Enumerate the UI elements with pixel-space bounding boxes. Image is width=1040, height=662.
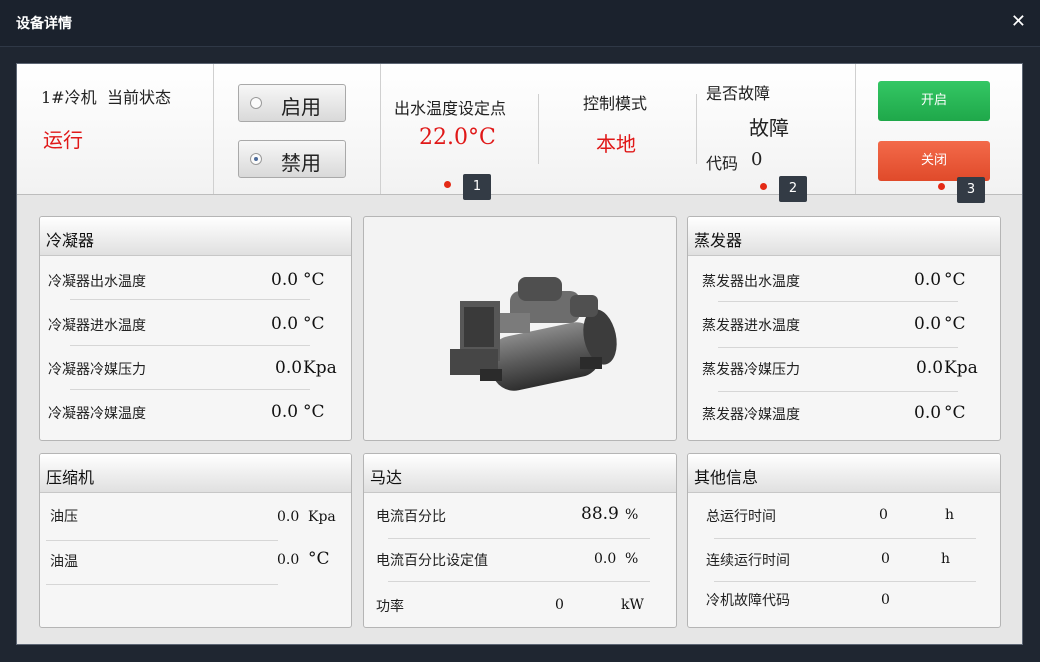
panel-title: 压缩机 — [46, 468, 95, 487]
device-detail-frame: 1#冷机 当前状态 运行 启用 禁用 出水温度设定点 22.0°C 控制模式 本… — [16, 63, 1023, 645]
marker-dot — [444, 181, 451, 188]
compressor-panel: 压缩机 油压 0.0 Kpa 油温 0.0 °C — [39, 453, 352, 628]
start-button[interactable]: 开启 — [878, 81, 990, 121]
setpoint-label: 出水温度设定点 — [394, 99, 507, 118]
divider — [380, 64, 381, 194]
state-value: 运行 — [43, 128, 83, 152]
divider — [538, 94, 539, 164]
condenser-panel: 冷凝器 冷凝器出水温度 0.0 °C 冷凝器进水温度 0.0 °C 冷凝器冷媒压… — [39, 216, 352, 441]
code-label: 代码 — [706, 154, 739, 173]
fault-value: 故障 — [749, 116, 789, 140]
marker-badge: 3 — [957, 177, 985, 203]
radio-selected-icon — [250, 153, 262, 165]
panel-title: 冷凝器 — [46, 231, 95, 250]
table-row: 冷凝器出水温度 0.0 °C — [48, 270, 325, 290]
table-row: 冷凝器冷媒压力 0.0 Kpa — [48, 358, 337, 378]
fault-label: 是否故障 — [706, 84, 771, 103]
window-title: 设备详情 — [16, 16, 72, 32]
evaporator-panel: 蒸发器 蒸发器出水温度 0.0 °C 蒸发器进水温度 0.0 °C 蒸发器冷媒压… — [687, 216, 1001, 441]
setpoint-value: 22.0°C — [419, 125, 496, 150]
close-icon[interactable]: ✕ — [1011, 11, 1026, 32]
marker-badge: 2 — [779, 176, 807, 202]
chiller-illustration — [450, 277, 617, 391]
unit-name: 1#冷机 — [41, 88, 97, 107]
divider — [696, 94, 697, 164]
table-row: 总运行时间 0 h — [706, 507, 955, 525]
table-row: 电流百分比 88.9 % — [376, 504, 639, 525]
table-row: 电流百分比设定值 0.0 % — [376, 551, 639, 569]
status-bar: 1#冷机 当前状态 运行 启用 禁用 出水温度设定点 22.0°C 控制模式 本… — [17, 64, 1022, 203]
table-row: 冷凝器冷媒温度 0.0 °C — [48, 402, 325, 422]
table-row: 蒸发器冷媒温度 0.0 °C — [702, 403, 966, 423]
control-mode-value: 本地 — [596, 132, 636, 156]
stop-button[interactable]: 关闭 — [878, 141, 990, 181]
table-row: 功率 0 kW — [376, 597, 644, 615]
marker-badge: 1 — [463, 174, 491, 200]
disable-mode-label: 禁用 — [281, 151, 321, 175]
panel-title: 马达 — [370, 468, 403, 487]
marker-dot — [938, 183, 945, 190]
current-state-label: 当前状态 — [107, 88, 172, 107]
code-value: 0 — [751, 149, 763, 170]
divider — [855, 64, 856, 194]
radio-icon — [250, 97, 262, 109]
table-row: 油压 0.0 Kpa — [50, 509, 336, 525]
table-row: 冷凝器进水温度 0.0 °C — [48, 314, 325, 334]
table-row: 连续运行时间 0 h — [706, 551, 951, 569]
table-row: 冷机故障代码 0 — [706, 592, 890, 609]
control-mode-label: 控制模式 — [583, 94, 648, 113]
enable-mode-button[interactable]: 启用 — [238, 84, 346, 122]
table-row: 蒸发器进水温度 0.0 °C — [702, 314, 966, 334]
disable-mode-button[interactable]: 禁用 — [238, 140, 346, 178]
motor-panel: 马达 电流百分比 88.9 % 电流百分比设定值 0.0 % 功率 0 kW — [363, 453, 677, 628]
title-bar: 设备详情 ✕ — [0, 0, 1040, 47]
table-row: 油温 0.0 °C — [50, 549, 330, 570]
enable-mode-label: 启用 — [281, 95, 321, 119]
other-info-panel: 其他信息 总运行时间 0 h 连续运行时间 0 h 冷机故障代码 0 — [687, 453, 1001, 628]
panel-title: 其他信息 — [694, 468, 759, 487]
table-row: 蒸发器出水温度 0.0 °C — [702, 270, 966, 290]
chiller-image-panel — [363, 216, 677, 441]
panel-title: 蒸发器 — [694, 231, 743, 250]
marker-dot — [760, 183, 767, 190]
divider — [213, 64, 214, 194]
table-row: 蒸发器冷媒压力 0.0 Kpa — [702, 358, 978, 378]
